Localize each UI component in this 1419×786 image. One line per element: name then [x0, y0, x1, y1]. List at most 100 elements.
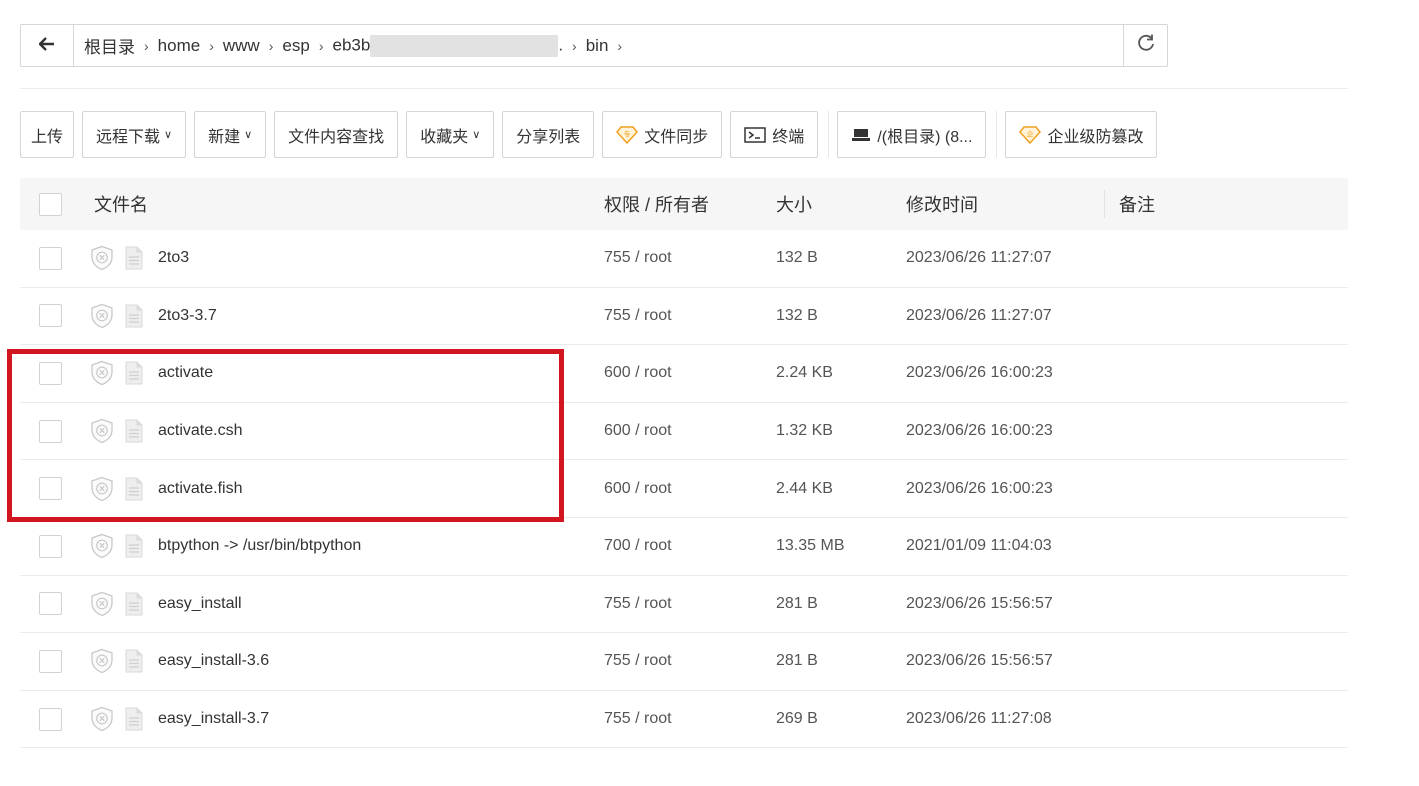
crumb-redacted[interactable]: eb3b.: [332, 34, 563, 57]
svg-text:专: 专: [624, 129, 631, 138]
chevron-right-icon: ›: [318, 37, 324, 54]
row-checkbox[interactable]: [39, 649, 62, 673]
file-size: 281 B: [776, 594, 818, 612]
table-row[interactable]: activate 600 / root 2.24 KB 2023/06/26 1…: [20, 345, 1348, 403]
file-perm[interactable]: 600 / root: [594, 480, 765, 498]
file-perm[interactable]: 600 / root: [594, 422, 765, 440]
shield-icon[interactable]: [90, 533, 114, 559]
terminal-label: 终端: [772, 128, 805, 146]
file-mtime: 2023/06/26 15:56:57: [906, 594, 1053, 612]
diamond-enterprise-icon: 企: [1019, 125, 1042, 144]
row-name-cell: activate.fish: [80, 476, 594, 502]
table-row[interactable]: easy_install-3.7 755 / root 269 B 2023/0…: [20, 691, 1348, 749]
file-size: 13.35 MB: [776, 537, 845, 555]
table-row[interactable]: activate.fish 600 / root 2.44 KB 2023/06…: [20, 460, 1348, 518]
tamper-proof-button[interactable]: 企 企业级防篡改: [1005, 111, 1158, 158]
shield-icon[interactable]: [90, 706, 114, 732]
file-perm[interactable]: 755 / root: [594, 652, 765, 670]
svg-text:企: 企: [1027, 129, 1034, 138]
crumb-bin[interactable]: bin: [586, 36, 609, 56]
file-icon: [124, 592, 144, 616]
table-row[interactable]: activate.csh 600 / root 1.32 KB 2023/06/…: [20, 403, 1348, 461]
file-perm[interactable]: 755 / root: [594, 249, 765, 267]
file-perm[interactable]: 700 / root: [594, 537, 765, 555]
row-name-cell: easy_install-3.6: [80, 648, 594, 674]
back-button[interactable]: [21, 25, 74, 66]
shield-icon[interactable]: [90, 360, 114, 386]
file-icon: [124, 477, 144, 501]
file-name[interactable]: 2to3-3.7: [158, 307, 217, 325]
terminal-button[interactable]: 终端: [730, 111, 819, 158]
file-mtime: 2023/06/26 11:27:07: [906, 306, 1052, 324]
table-body: 2to3 755 / root 132 B 2023/06/26 11:27:0…: [20, 230, 1348, 749]
file-mtime: 2023/06/26 11:27:08: [906, 710, 1052, 728]
chevron-right-icon: ›: [268, 37, 274, 54]
shield-icon[interactable]: [90, 591, 114, 617]
favorites-button[interactable]: 收藏夹 ∨: [406, 111, 495, 158]
table-row[interactable]: btpython -> /usr/bin/btpython 700 / root…: [20, 518, 1348, 576]
file-name[interactable]: btpython -> /usr/bin/btpython: [158, 537, 361, 555]
row-name-cell: activate: [80, 360, 594, 386]
table-row[interactable]: easy_install-3.6 755 / root 281 B 2023/0…: [20, 633, 1348, 691]
header-size[interactable]: 大小: [765, 191, 896, 217]
refresh-button[interactable]: [1123, 25, 1167, 66]
chevron-right-icon: ›: [617, 37, 623, 54]
crumb-www[interactable]: www: [223, 36, 260, 56]
file-perm[interactable]: 600 / root: [594, 364, 765, 382]
file-name[interactable]: 2to3: [158, 249, 189, 267]
redaction-mask: [370, 34, 559, 57]
table-row[interactable]: easy_install 755 / root 281 B 2023/06/26…: [20, 576, 1348, 634]
remote-download-button[interactable]: 远程下载 ∨: [82, 111, 187, 158]
row-checkbox[interactable]: [39, 477, 62, 501]
crumb-redacted-prefix: eb3b: [332, 34, 371, 54]
new-button[interactable]: 新建 ∨: [194, 111, 267, 158]
shield-icon[interactable]: [90, 476, 114, 502]
file-mtime: 2023/06/26 16:00:23: [906, 364, 1053, 382]
disk-label: /(根目录) (8...: [877, 128, 973, 146]
file-name[interactable]: easy_install-3.6: [158, 652, 269, 670]
row-checkbox[interactable]: [39, 534, 62, 558]
shield-icon[interactable]: [90, 418, 114, 444]
header-perm[interactable]: 权限 / 所有者: [594, 191, 765, 217]
row-checkbox[interactable]: [39, 304, 62, 328]
file-sync-button[interactable]: 专 文件同步: [602, 111, 723, 158]
header-mtime[interactable]: 修改时间: [896, 191, 1104, 217]
share-list-button[interactable]: 分享列表: [502, 111, 595, 158]
file-name[interactable]: activate: [158, 364, 213, 382]
file-perm[interactable]: 755 / root: [594, 710, 765, 728]
row-checkbox[interactable]: [39, 246, 62, 270]
header-name[interactable]: 文件名: [80, 191, 594, 217]
row-checkbox[interactable]: [39, 361, 62, 385]
shield-icon[interactable]: [90, 303, 114, 329]
crumb-esp[interactable]: esp: [282, 36, 309, 56]
row-name-cell: btpython -> /usr/bin/btpython: [80, 533, 594, 559]
header-checkbox-cell: [20, 192, 80, 216]
upload-label: 上传: [31, 128, 64, 146]
row-checkbox[interactable]: [39, 419, 62, 443]
row-checkbox[interactable]: [39, 592, 62, 616]
table-row[interactable]: 2to3 755 / root 132 B 2023/06/26 11:27:0…: [20, 230, 1348, 288]
file-perm[interactable]: 755 / root: [594, 307, 765, 325]
chevron-right-icon: ›: [572, 37, 577, 54]
file-icon: [124, 649, 144, 673]
select-all-checkbox[interactable]: [39, 192, 62, 216]
file-icon: [124, 707, 144, 731]
crumb-home[interactable]: home: [158, 36, 201, 56]
file-name[interactable]: activate.fish: [158, 480, 242, 498]
file-size: 281 B: [776, 652, 818, 670]
upload-button[interactable]: 上传: [20, 111, 75, 158]
shield-icon[interactable]: [90, 245, 114, 271]
table-row[interactable]: 2to3-3.7 755 / root 132 B 2023/06/26 11:…: [20, 288, 1348, 346]
file-mtime: 2023/06/26 16:00:23: [906, 479, 1053, 497]
row-checkbox[interactable]: [39, 707, 62, 731]
breadcrumb: 根目录 › home › www › esp › eb3b. › bin ›: [74, 25, 1123, 66]
file-name[interactable]: easy_install: [158, 595, 242, 613]
content-search-button[interactable]: 文件内容查找: [274, 111, 399, 158]
file-perm[interactable]: 755 / root: [594, 595, 765, 613]
shield-icon[interactable]: [90, 648, 114, 674]
crumb-root[interactable]: 根目录: [84, 33, 135, 58]
disk-button[interactable]: /(根目录) (8...: [837, 111, 987, 158]
content-search-label: 文件内容查找: [288, 128, 385, 146]
file-name[interactable]: activate.csh: [158, 422, 242, 440]
file-name[interactable]: easy_install-3.7: [158, 710, 269, 728]
